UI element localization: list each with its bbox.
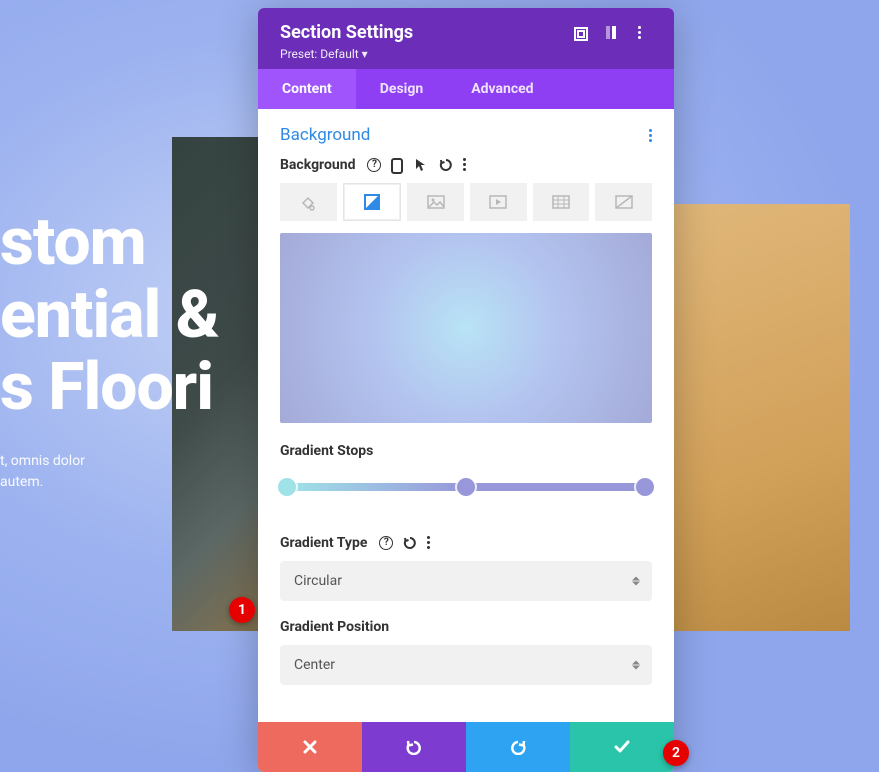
section-settings-modal: Section Settings Preset: Default ▾ Conte…: [258, 8, 674, 772]
gradient-type-label: Gradient Type: [280, 535, 367, 551]
panel-heading[interactable]: Background: [280, 125, 370, 145]
modal-title: Section Settings: [280, 22, 413, 43]
more-menu-icon[interactable]: [638, 26, 652, 40]
panel-more-icon[interactable]: [649, 129, 652, 142]
redo-button[interactable]: [466, 722, 570, 772]
bg-tab-video[interactable]: [470, 183, 527, 221]
background-label: Background: [280, 157, 355, 173]
reset-icon[interactable]: [439, 158, 453, 172]
hero-line-3: s Floori: [0, 352, 280, 425]
cancel-button[interactable]: [258, 722, 362, 772]
check-icon: [614, 740, 630, 754]
reset-icon[interactable]: [403, 536, 417, 550]
bg-tab-gradient[interactable]: [343, 183, 402, 221]
modal-footer: [258, 722, 674, 772]
hero-sub-1: t, omnis dolor: [0, 453, 85, 469]
device-icon[interactable]: [391, 158, 405, 172]
expand-icon[interactable]: [574, 26, 588, 40]
gradient-type-value: Circular: [294, 573, 342, 589]
close-icon: [303, 740, 317, 754]
select-caret-icon: [632, 577, 640, 586]
hero-image-right: [670, 204, 850, 631]
tab-advanced[interactable]: Advanced: [447, 69, 557, 109]
help-icon[interactable]: ?: [367, 158, 381, 172]
gradient-preview[interactable]: [280, 233, 652, 423]
preset-value: Default: [320, 47, 358, 61]
save-button[interactable]: [570, 722, 674, 772]
gradient-stops-slider[interactable]: [280, 471, 652, 503]
hero-sub: t, omnis dolor autem.: [0, 451, 280, 493]
gradient-stop-1[interactable]: [278, 478, 296, 496]
help-icon[interactable]: ?: [379, 536, 393, 550]
bg-tab-mask[interactable]: [595, 183, 652, 221]
header-icon-group: [574, 26, 652, 40]
modal-header: Section Settings Preset: Default ▾: [258, 8, 674, 69]
hero-line-2: ential &: [0, 280, 280, 353]
gradient-stops-label: Gradient Stops: [280, 443, 373, 459]
gradient-position-select[interactable]: Center: [280, 645, 652, 685]
field-more-icon[interactable]: [463, 158, 477, 172]
annotation-badge-2: 2: [663, 740, 689, 766]
hero-sub-2: autem.: [0, 474, 43, 490]
hero-text: stom ential & s Floori t, omnis dolor au…: [0, 207, 280, 493]
hover-cursor-icon[interactable]: [415, 158, 429, 172]
gradient-stop-3[interactable]: [636, 478, 654, 496]
bg-tab-pattern[interactable]: [533, 183, 590, 221]
field-more-icon[interactable]: [427, 536, 441, 550]
undo-icon: [405, 739, 423, 755]
panel-body: Background Background ?: [258, 109, 674, 722]
gradient-position-value: Center: [294, 657, 335, 673]
background-label-icons: ?: [367, 158, 477, 172]
preset-selector[interactable]: Preset: Default ▾: [280, 47, 652, 61]
annotation-badge-1: 1: [229, 597, 255, 623]
hero-line-1: stom: [0, 207, 280, 280]
background-type-tabs: [280, 183, 652, 221]
tab-bar: Content Design Advanced: [258, 69, 674, 109]
bg-tab-image[interactable]: [407, 183, 464, 221]
responsive-columns-icon[interactable]: [606, 26, 620, 40]
gradient-position-label: Gradient Position: [280, 619, 389, 635]
undo-button[interactable]: [362, 722, 466, 772]
chevron-down-icon: ▾: [362, 47, 368, 61]
redo-icon: [509, 739, 527, 755]
tab-content[interactable]: Content: [258, 69, 356, 109]
preset-label: Preset:: [280, 47, 317, 61]
gradient-stop-2[interactable]: [457, 478, 475, 496]
select-caret-icon: [632, 661, 640, 670]
tab-design[interactable]: Design: [356, 69, 447, 109]
bg-tab-fill[interactable]: [280, 183, 337, 221]
gradient-type-select[interactable]: Circular: [280, 561, 652, 601]
